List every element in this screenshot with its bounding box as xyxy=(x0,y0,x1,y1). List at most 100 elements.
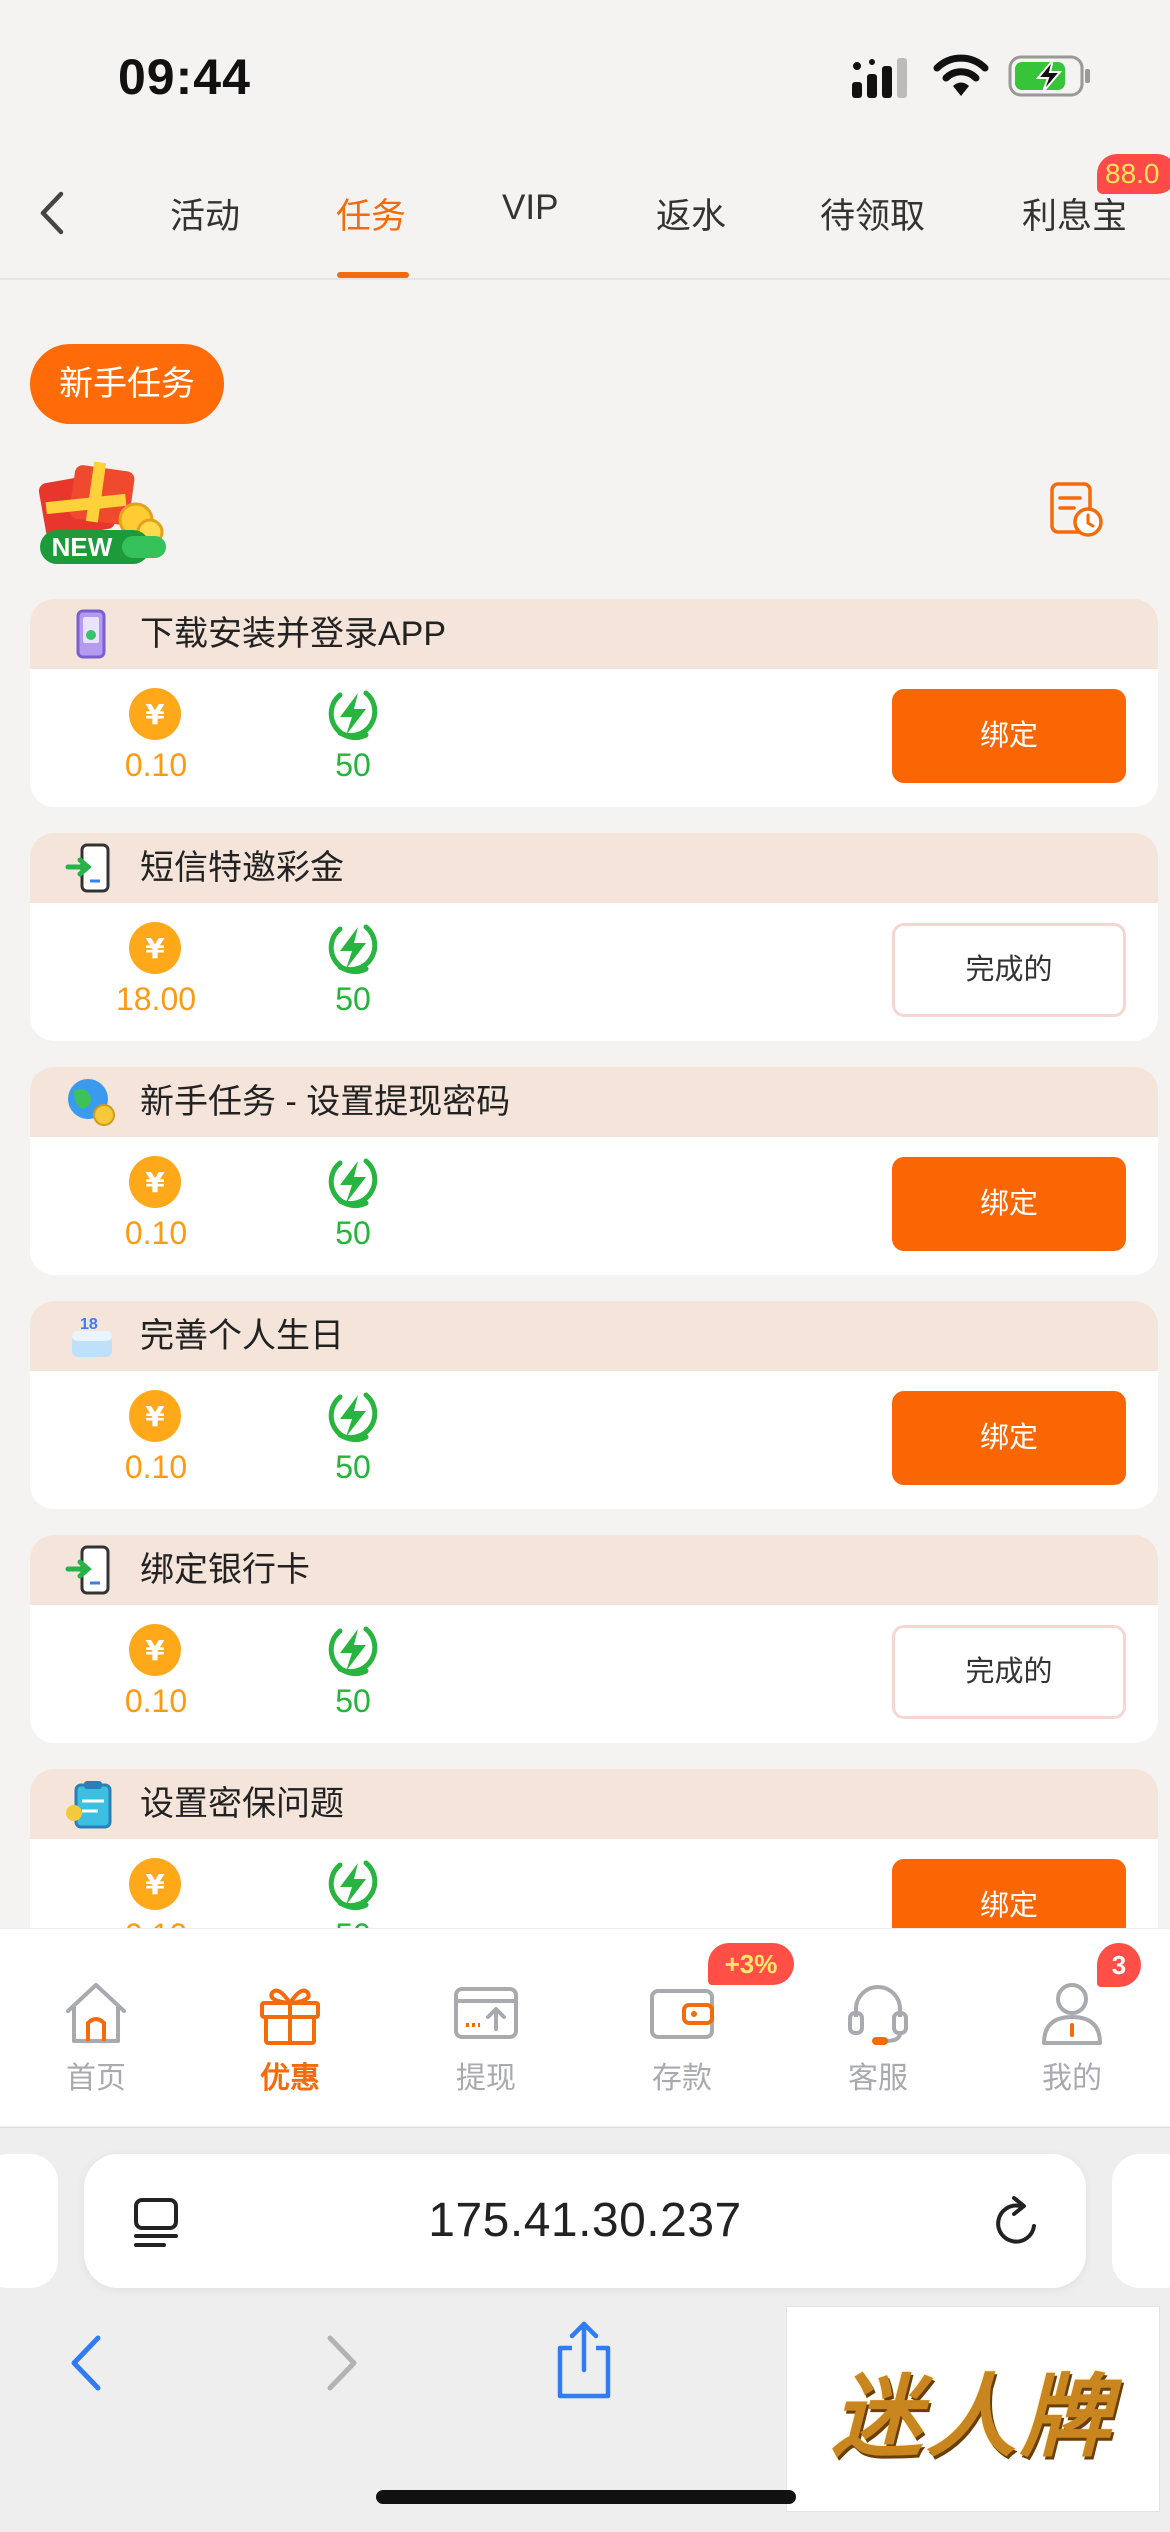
lightning-points-icon xyxy=(328,1626,378,1677)
task-history-icon[interactable] xyxy=(1048,482,1104,538)
task-title: 完善个人生日 xyxy=(140,1317,344,1355)
nav-label-home: 首页 xyxy=(66,2062,126,2095)
interest-badge: 88.0 xyxy=(1097,154,1170,194)
task-card: 短信特邀彩金 ¥18.00 50 完成的 xyxy=(30,833,1158,1041)
svg-text:¥: ¥ xyxy=(145,698,165,731)
phone-app-icon xyxy=(76,609,106,659)
page: 09:44 活动 任务 VIP 返水 待领取 利息宝 88.0 新手任务 NEW… xyxy=(0,0,1170,2532)
wifi-icon xyxy=(933,54,989,96)
watermark-text: 迷人牌 xyxy=(832,2364,1114,2470)
deposit-bonus-badge: +3% xyxy=(708,1943,794,1985)
back-button[interactable] xyxy=(28,186,76,240)
globe-password-icon xyxy=(68,1079,115,1126)
coin-icon: ¥ xyxy=(129,688,181,740)
headset-icon xyxy=(848,1985,908,2045)
new-gift-icon: NEW xyxy=(38,461,166,564)
tab-nav: 活动 任务 VIP 返水 待领取 利息宝 88.0 xyxy=(0,150,1170,280)
cellular-signal-icon xyxy=(852,58,907,98)
tab-vip[interactable]: VIP xyxy=(502,188,558,228)
bind-button[interactable]: 绑定 xyxy=(892,1157,1126,1251)
reward-amount: 18.00 xyxy=(115,981,197,1017)
notification-count-badge: 3 xyxy=(1097,1943,1141,1987)
coin-icon: ¥ xyxy=(129,922,181,974)
svg-text:¥: ¥ xyxy=(145,1400,165,1433)
address-bar[interactable]: 175.41.30.237 xyxy=(84,2154,1086,2288)
coin-icon: ¥ xyxy=(129,1390,181,1442)
tab-activity[interactable]: 活动 xyxy=(170,188,240,239)
nav-label-deposit: 存款 xyxy=(652,2062,712,2095)
reward-amount: 0.10 xyxy=(124,1449,188,1485)
svg-text:¥: ¥ xyxy=(145,1868,165,1901)
coin-icon: ¥ xyxy=(129,1624,181,1676)
nav-item-home[interactable]: 首页 xyxy=(6,1929,186,2127)
points-amount: 50 xyxy=(335,981,371,1017)
points-amount: 50 xyxy=(335,1683,371,1719)
bind-button[interactable]: 绑定 xyxy=(892,689,1126,783)
wallet-icon xyxy=(650,1989,714,2039)
points-amount: 50 xyxy=(335,1449,371,1485)
svg-text:¥: ¥ xyxy=(145,932,165,965)
tab-tasks[interactable]: 任务 xyxy=(336,188,406,239)
nav-item-promotions[interactable]: 优惠 xyxy=(200,1929,380,2127)
gift-icon xyxy=(260,1988,320,2045)
browser-back-icon[interactable] xyxy=(60,2330,116,2396)
completed-button[interactable]: 完成的 xyxy=(892,923,1126,1017)
points-amount: 50 xyxy=(335,1215,371,1251)
previous-tab-preview[interactable] xyxy=(0,2154,58,2288)
nav-item-support[interactable]: 客服 xyxy=(788,1929,968,2127)
task-header: 新手任务 - 设置提现密码 xyxy=(30,1067,1158,1137)
active-tab-indicator xyxy=(337,272,409,278)
task-card: 绑定银行卡 ¥0.10 50 完成的 xyxy=(30,1535,1158,1743)
task-header: 下载安装并登录APP xyxy=(30,599,1158,669)
new-label: NEW xyxy=(52,532,113,562)
task-card: 新手任务 - 设置提现密码 ¥0.10 50 绑定 xyxy=(30,1067,1158,1275)
bank-card-phone-icon xyxy=(65,1545,110,1595)
bind-button[interactable]: 绑定 xyxy=(892,1391,1126,1485)
svg-text:¥: ¥ xyxy=(145,1634,165,1667)
task-header: 设置密保问题 xyxy=(30,1769,1158,1839)
task-card: 18 完善个人生日 ¥0.10 50 绑定 xyxy=(30,1301,1158,1509)
watermark-logo: 迷人牌 xyxy=(786,2306,1160,2512)
completed-button[interactable]: 完成的 xyxy=(892,1625,1126,1719)
share-icon[interactable] xyxy=(552,2318,616,2400)
reward-amount: 0.10 xyxy=(124,1683,188,1719)
status-bar: 09:44 xyxy=(0,0,1170,150)
svg-text:18: 18 xyxy=(80,1316,98,1333)
nav-item-withdraw[interactable]: 提现 xyxy=(396,1929,576,2127)
sms-invite-icon xyxy=(65,843,110,893)
lightning-points-icon xyxy=(328,1158,378,1209)
lightning-points-icon xyxy=(328,924,378,975)
security-question-icon xyxy=(66,1781,112,1829)
task-title: 下载安装并登录APP xyxy=(140,615,447,653)
browser-forward-icon[interactable] xyxy=(312,2330,368,2396)
tab-pending[interactable]: 待领取 xyxy=(820,188,925,239)
nav-label-withdraw: 提现 xyxy=(456,2062,516,2095)
page-menu-icon[interactable] xyxy=(130,2194,186,2250)
task-title: 新手任务 - 设置提现密码 xyxy=(140,1083,511,1121)
next-tab-preview[interactable] xyxy=(1112,2154,1170,2288)
bottom-nav: 首页 优惠 提现 存款 客服 我的 +3% 3 xyxy=(0,1928,1170,2126)
nav-label-mine: 我的 xyxy=(1042,2062,1102,2095)
reward-amount: 0.10 xyxy=(124,1215,188,1251)
section-pill-newbie-tasks[interactable]: 新手任务 xyxy=(30,344,224,424)
coin-icon: ¥ xyxy=(129,1858,181,1910)
birthday-cake-icon: 18 xyxy=(72,1316,112,1357)
lightning-points-icon xyxy=(328,1392,378,1443)
tab-interest[interactable]: 利息宝 xyxy=(1022,188,1127,239)
task-header: 短信特邀彩金 xyxy=(30,833,1158,903)
withdraw-card-icon xyxy=(454,1987,518,2039)
lightning-points-icon xyxy=(328,690,378,741)
nav-label-promotions: 优惠 xyxy=(260,2062,320,2095)
tab-rebate[interactable]: 返水 xyxy=(656,188,726,239)
task-card: 下载安装并登录APP ¥0.10 50 绑定 xyxy=(30,599,1158,807)
lightning-points-icon xyxy=(328,1860,378,1911)
svg-text:¥: ¥ xyxy=(145,1166,165,1199)
address-text[interactable]: 175.41.30.237 xyxy=(84,2154,1086,2288)
home-icon xyxy=(66,1983,126,2043)
coin-icon: ¥ xyxy=(129,1156,181,1208)
task-title: 绑定银行卡 xyxy=(140,1551,310,1589)
reload-icon[interactable] xyxy=(990,2194,1044,2250)
chevron-left-icon xyxy=(40,191,64,235)
user-icon xyxy=(1042,1983,1102,2045)
task-title: 设置密保问题 xyxy=(140,1785,344,1823)
